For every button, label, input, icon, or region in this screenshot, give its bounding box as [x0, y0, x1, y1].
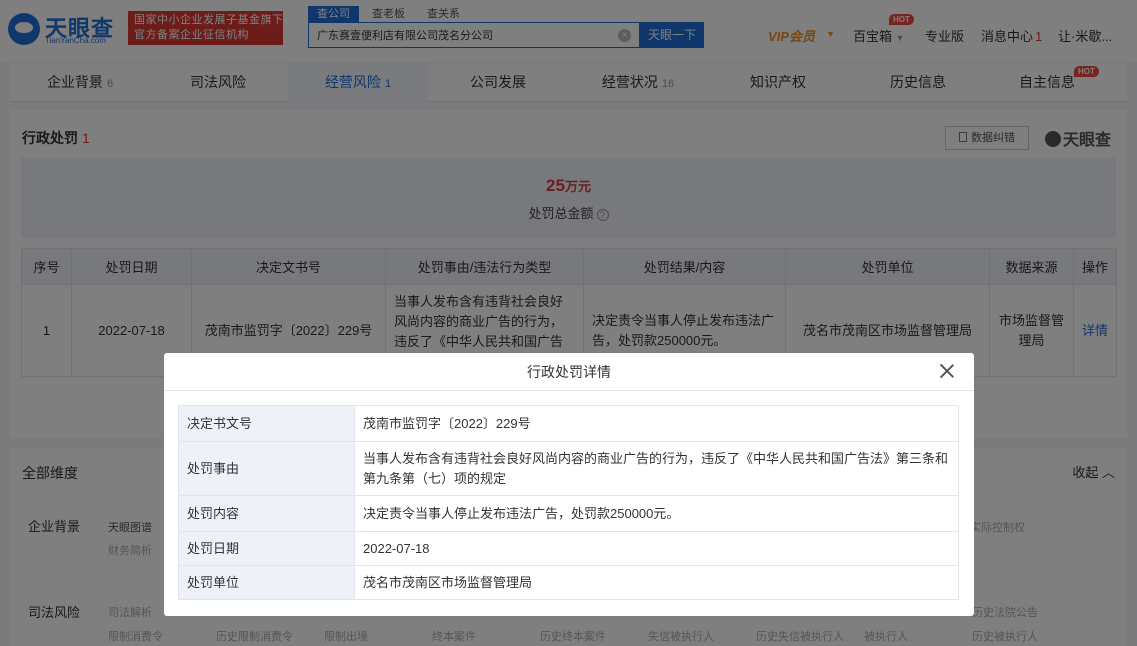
detail-key: 处罚单位 [178, 565, 355, 600]
detail-table: 决定书文号 茂南市监罚字〔2022〕229号 处罚事由 当事人发布含有违背社会良… [178, 405, 959, 600]
modal-title: 行政处罚详情 [164, 353, 974, 391]
detail-value: 2022-07-18 [354, 531, 959, 566]
detail-key: 处罚事由 [178, 441, 355, 496]
detail-value: 茂名市茂南区市场监督管理局 [354, 565, 959, 600]
detail-row: 处罚单位 茂名市茂南区市场监督管理局 [178, 565, 959, 600]
detail-value: 茂南市监罚字〔2022〕229号 [354, 405, 959, 442]
detail-row: 处罚日期 2022-07-18 [178, 531, 959, 566]
detail-row: 处罚事由 当事人发布含有违背社会良好风尚内容的商业广告的行为，违反了《中华人民共… [178, 441, 959, 496]
detail-key: 处罚内容 [178, 495, 355, 532]
penalty-detail-modal: 行政处罚详情 决定书文号 茂南市监罚字〔2022〕229号 处罚事由 当事人发布… [164, 353, 974, 616]
detail-row: 处罚内容 决定责令当事人停止发布违法广告，处罚款250000元。 [178, 495, 959, 532]
detail-key: 处罚日期 [178, 531, 355, 566]
detail-value: 决定责令当事人停止发布违法广告，处罚款250000元。 [354, 495, 959, 532]
detail-value: 当事人发布含有违背社会良好风尚内容的商业广告的行为，违反了《中华人民共和国广告法… [354, 441, 959, 496]
detail-row: 决定书文号 茂南市监罚字〔2022〕229号 [178, 405, 959, 442]
close-icon[interactable] [938, 362, 956, 380]
detail-key: 决定书文号 [178, 405, 355, 442]
